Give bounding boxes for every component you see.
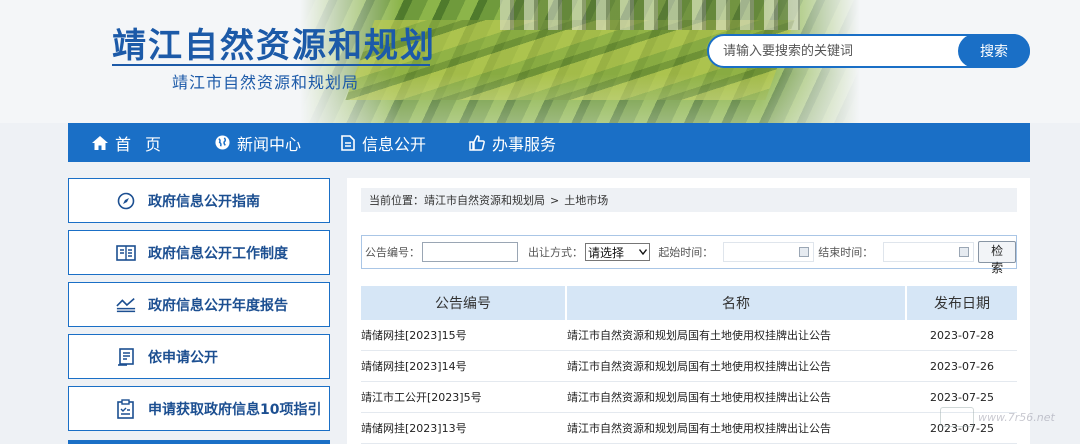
chart-icon	[116, 295, 136, 315]
notice-no-input[interactable]	[422, 242, 518, 262]
breadcrumb-separator: >	[550, 193, 560, 207]
nav-item-label: 新闻中心	[237, 134, 302, 154]
sidebar-item-label: 政府信息公开工作制度	[148, 245, 288, 262]
sidebar-item-label: 依申请公开	[148, 349, 218, 366]
column-header: 名称	[567, 286, 907, 320]
nav-item-label: 信息公开	[362, 134, 427, 154]
breadcrumb-current[interactable]: 土地市场	[564, 192, 608, 208]
notice-title-link[interactable]: 靖江市自然资源和规划局国有土地使用权挂牌出让公告	[567, 382, 907, 412]
table-header: 公告编号 名称 发布日期	[361, 286, 1017, 320]
site-subtitle: 靖江市自然资源和规划局	[172, 73, 360, 92]
notice-no-label: 公告编号：	[365, 246, 420, 259]
breadcrumb-prefix: 当前位置：	[369, 194, 424, 207]
column-header: 发布日期	[907, 286, 1017, 320]
site-title[interactable]: 靖江自然资源和规划	[112, 18, 436, 67]
sidebar-item-label: 政府信息公开指南	[148, 193, 260, 210]
main-nav: 首页 新闻中心 信息公开 办事服务	[68, 123, 1030, 162]
sidebar-item-apply-disclosure[interactable]: 依申请公开	[68, 334, 330, 379]
notice-no-cell: 靖储网挂[2023]14号	[361, 360, 467, 373]
publish-date-cell: 2023-07-28	[930, 328, 994, 342]
chevron-down-icon	[639, 249, 648, 255]
filter-bar: 公告编号： 出让方式： 请选择 起始时间： 结束时间： 检索	[361, 235, 1017, 275]
watermark-logo-icon	[940, 407, 974, 427]
method-select[interactable]: 请选择	[585, 243, 651, 261]
title-divider	[112, 64, 430, 66]
nav-item-news[interactable]: 新闻中心	[215, 123, 301, 162]
sidebar-item-label: 申请获取政府信息10项指引	[148, 401, 322, 418]
sidebar-next-item-edge	[68, 440, 330, 444]
method-label: 出让方式：	[528, 246, 583, 259]
site-header: 靖江自然资源和规划 靖江市自然资源和规划局 搜索	[0, 0, 1080, 123]
sidebar-item-ten-guidelines[interactable]: 申请获取政府信息10项指引	[68, 386, 330, 431]
start-time-input[interactable]	[723, 242, 815, 262]
sidebar-item-annual-report[interactable]: 政府信息公开年度报告	[68, 282, 330, 327]
sidebar-item-guide[interactable]: 政府信息公开指南	[68, 178, 330, 223]
publish-date-cell: 2023-07-26	[930, 359, 994, 373]
method-selected-value: 请选择	[588, 245, 625, 260]
content-panel: 当前位置： 靖江市自然资源和规划局 > 土地市场 公告编号： 出让方式： 请选择…	[347, 178, 1030, 444]
notice-table: 公告编号 名称 发布日期 靖储网挂[2023]15号 靖江市自然资源和规划局国有…	[361, 286, 1017, 444]
nav-item-label: 办事服务	[492, 134, 557, 154]
search-box: 搜索	[707, 34, 1030, 68]
end-time-label: 结束时间：	[818, 246, 874, 259]
calendar-icon[interactable]	[959, 247, 970, 257]
nav-item-info-disclosure[interactable]: 信息公开	[341, 123, 426, 162]
calendar-icon[interactable]	[799, 247, 810, 257]
nav-item-home[interactable]: 首页	[92, 123, 175, 162]
filter-search-button[interactable]: 检索	[978, 241, 1016, 275]
breadcrumb-link[interactable]: 靖江市自然资源和规划局	[424, 192, 545, 208]
thumbs-up-icon	[469, 134, 485, 151]
book-icon	[116, 243, 136, 263]
clipboard-icon	[116, 398, 136, 419]
column-header: 公告编号	[361, 286, 567, 320]
start-time-label: 起始时间：	[658, 246, 714, 259]
watermark: www.7r56.net	[940, 404, 1080, 430]
notice-no-cell: 靖储网挂[2023]13号	[361, 422, 467, 435]
table-row[interactable]: 靖储网挂[2023]14号 靖江市自然资源和规划局国有土地使用权挂牌出让公告 2…	[361, 351, 1017, 382]
notice-no-cell: 靖储网挂[2023]15号	[361, 329, 467, 342]
table-row[interactable]: 靖江市工公开[2023]5号 靖江市自然资源和规划局国有土地使用权挂牌出让公告 …	[361, 382, 1017, 413]
sidebar-item-label: 政府信息公开年度报告	[148, 297, 288, 314]
table-row[interactable]: 靖储网挂[2023]13号 靖江市自然资源和规划局国有土地使用权挂牌出让公告 2…	[361, 413, 1017, 444]
search-input[interactable]	[723, 36, 953, 66]
home-icon	[92, 135, 108, 150]
notice-title-link[interactable]: 靖江市自然资源和规划局国有土地使用权挂牌出让公告	[567, 351, 907, 381]
notice-title-link[interactable]: 靖江市自然资源和规划局国有土地使用权挂牌出让公告	[567, 320, 907, 350]
compass-icon	[116, 191, 136, 211]
nav-item-services[interactable]: 办事服务	[469, 123, 556, 162]
globe-icon	[215, 135, 230, 150]
breadcrumb: 当前位置： 靖江市自然资源和规划局 > 土地市场	[361, 188, 1017, 212]
search-button[interactable]: 搜索	[958, 34, 1030, 68]
notice-title-link[interactable]: 靖江市自然资源和规划局国有土地使用权挂牌出让公告	[567, 413, 907, 443]
watermark-text: www.7r56.net	[978, 410, 1055, 424]
form-icon	[116, 347, 136, 367]
table-row[interactable]: 靖储网挂[2023]15号 靖江市自然资源和规划局国有土地使用权挂牌出让公告 2…	[361, 320, 1017, 351]
notice-no-cell: 靖江市工公开[2023]5号	[361, 391, 482, 404]
document-icon	[341, 134, 355, 151]
nav-item-label: 首页	[115, 134, 176, 154]
sidebar-item-work-system[interactable]: 政府信息公开工作制度	[68, 230, 330, 275]
end-time-input[interactable]	[883, 242, 975, 262]
